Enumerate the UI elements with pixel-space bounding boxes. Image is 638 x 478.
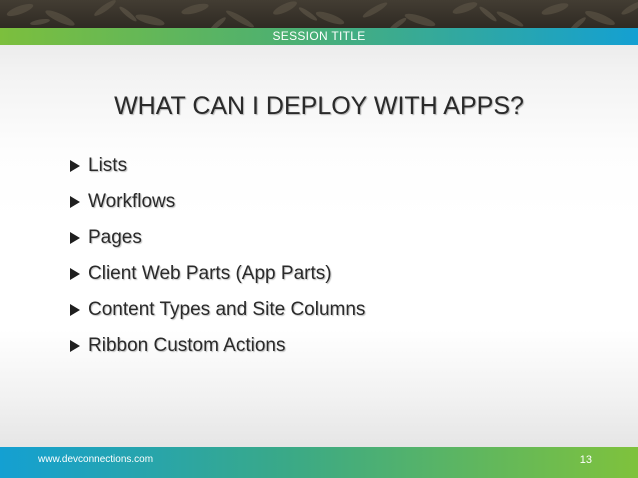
triangle-bullet-icon — [70, 304, 80, 316]
bullet-text: Workflows — [88, 191, 176, 212]
bullet-item-pages: Pages — [70, 220, 365, 256]
decorative-header-band — [0, 0, 638, 28]
triangle-bullet-icon — [70, 340, 80, 352]
bullet-text: Pages — [88, 227, 142, 248]
session-title-bar: SESSION TITLE — [0, 28, 638, 45]
bullet-text: Lists — [88, 155, 128, 176]
bullet-list: Lists Workflows Pages Client Web Parts (… — [70, 148, 365, 364]
triangle-bullet-icon — [70, 232, 80, 244]
bullet-item-content-types: Content Types and Site Columns — [70, 292, 365, 328]
bullet-item-lists: Lists — [70, 148, 365, 184]
leaf-pattern-icon — [6, 0, 638, 28]
footer-bar: www.devconnections.com 13 — [0, 447, 638, 478]
session-title: SESSION TITLE — [272, 29, 366, 43]
bullet-text: Content Types and Site Columns — [88, 299, 366, 320]
slide: SESSION TITLE WHAT CAN I DEPLOY WITH APP… — [0, 0, 638, 478]
page-number: 13 — [579, 454, 592, 466]
footer-url: www.devconnections.com — [38, 454, 154, 465]
triangle-bullet-icon — [70, 196, 80, 208]
triangle-bullet-icon — [70, 160, 80, 172]
bullet-item-workflows: Workflows — [70, 184, 365, 220]
bullet-text: Client Web Parts (App Parts) — [88, 263, 332, 284]
bullet-item-client-web-parts: Client Web Parts (App Parts) — [70, 256, 365, 292]
bullet-item-ribbon-custom-actions: Ribbon Custom Actions — [70, 328, 365, 364]
slide-title: WHAT CAN I DEPLOY WITH APPS? — [114, 92, 524, 120]
triangle-bullet-icon — [70, 268, 80, 280]
bullet-text: Ribbon Custom Actions — [88, 335, 286, 356]
